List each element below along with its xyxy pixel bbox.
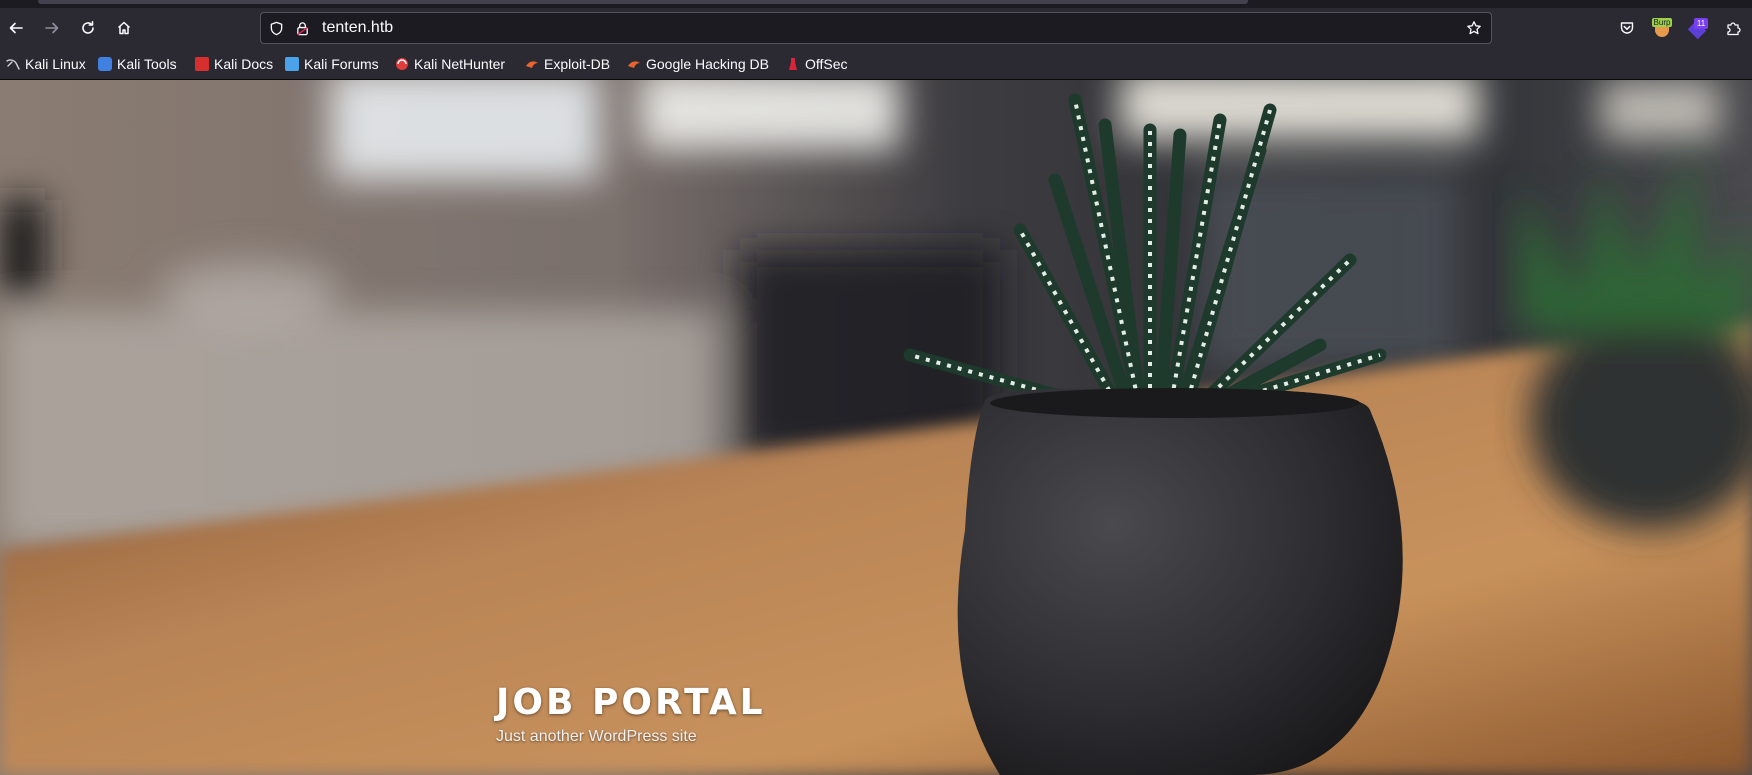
back-button[interactable] xyxy=(2,14,30,42)
reload-icon xyxy=(82,21,94,34)
navigation-toolbar: tenten.htb Burp 11 xyxy=(0,8,1752,48)
site-title[interactable]: JOB PORTAL xyxy=(496,682,766,723)
bookmark-google-hacking-db[interactable]: Google Hacking DB xyxy=(627,55,769,73)
shield-icon[interactable] xyxy=(268,20,284,36)
bookmark-label: Kali Linux xyxy=(25,56,86,72)
home-button[interactable] xyxy=(110,14,138,42)
kali-docs-icon xyxy=(195,57,209,71)
pocket-icon xyxy=(1620,22,1634,34)
bookmark-offsec[interactable]: OffSec xyxy=(786,55,848,73)
site-tagline: Just another WordPress site xyxy=(496,728,697,745)
bookmark-kali-nethunter[interactable]: Kali NetHunter xyxy=(395,55,505,73)
forward-button[interactable] xyxy=(38,14,66,42)
bookmark-kali-linux[interactable]: Kali Linux xyxy=(6,55,86,73)
arrow-right-icon xyxy=(45,22,59,34)
purple-extension-button[interactable]: 11 xyxy=(1685,15,1711,41)
reload-button[interactable] xyxy=(74,14,102,42)
arrow-left-icon xyxy=(9,22,23,34)
puzzle-icon xyxy=(1727,22,1741,36)
offsec-icon xyxy=(786,57,800,71)
bookmark-label: Kali NetHunter xyxy=(414,56,506,72)
nethunter-icon xyxy=(395,57,409,71)
ghdb-icon xyxy=(627,57,641,71)
bookmark-kali-docs[interactable]: Kali Docs xyxy=(195,55,273,73)
bookmark-label: Kali Forums xyxy=(304,56,379,72)
tab-strip xyxy=(0,0,1752,8)
bookmarks-toolbar: Kali Linux Kali Tools Kali Docs Kali For… xyxy=(0,48,1752,80)
bookmark-star-button[interactable] xyxy=(1466,20,1482,36)
extensions-button[interactable] xyxy=(1720,15,1746,41)
star-icon xyxy=(1467,21,1481,35)
pocket-button[interactable] xyxy=(1614,15,1640,41)
extension-badge: 11 xyxy=(1694,18,1708,29)
bookmark-exploit-db[interactable]: Exploit-DB xyxy=(525,55,610,73)
kali-tools-icon xyxy=(98,57,112,71)
kali-dragon-icon xyxy=(6,57,20,71)
bookmark-label: Kali Docs xyxy=(214,56,274,72)
bookmark-kali-tools[interactable]: Kali Tools xyxy=(98,55,177,73)
burp-extension-button[interactable]: Burp xyxy=(1649,15,1675,41)
bookmark-label: Kali Tools xyxy=(117,56,177,72)
bookmark-kali-forums[interactable]: Kali Forums xyxy=(285,55,379,73)
bookmark-label: Exploit-DB xyxy=(544,56,611,72)
exploit-db-icon xyxy=(525,57,539,71)
header-image xyxy=(0,80,1752,775)
bookmark-label: Google Hacking DB xyxy=(646,56,769,72)
burp-label: Burp xyxy=(1652,18,1672,27)
lock-icon[interactable] xyxy=(294,20,310,36)
burp-extension-icon: Burp xyxy=(1652,18,1672,38)
purple-extension-icon: 11 xyxy=(1687,18,1708,40)
kali-forums-icon xyxy=(285,57,299,71)
url-bar[interactable]: tenten.htb xyxy=(260,12,1492,44)
bookmark-label: OffSec xyxy=(805,56,848,72)
home-icon xyxy=(117,21,131,35)
page-content: JOB PORTAL Just another WordPress site xyxy=(0,80,1752,775)
active-tab[interactable] xyxy=(38,0,1248,4)
url-text[interactable]: tenten.htb xyxy=(322,19,393,37)
